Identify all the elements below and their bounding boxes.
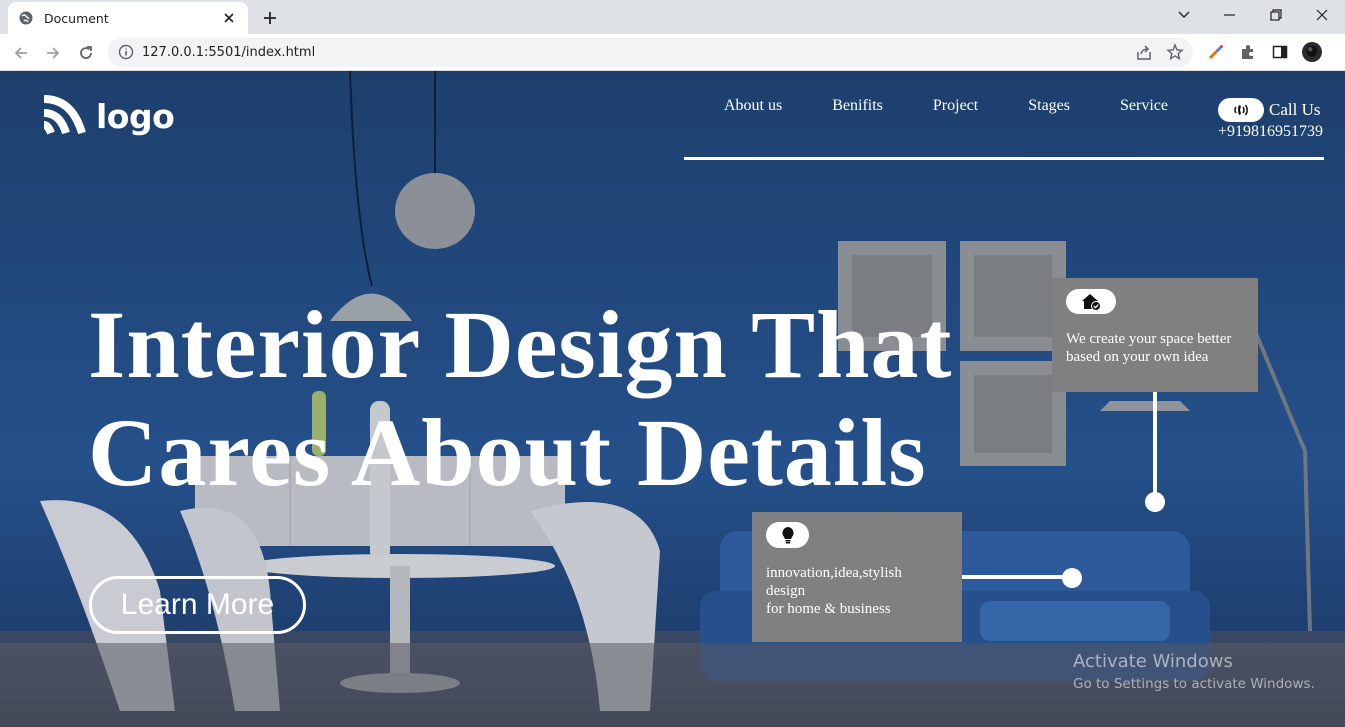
url-text: 127.0.0.1:5501/index.html — [142, 45, 316, 60]
home-check-icon — [1066, 289, 1116, 314]
restore-icon[interactable] — [1253, 0, 1299, 30]
feature-card-idea: innovation,idea,stylish design for home … — [752, 512, 962, 642]
address-bar[interactable]: 127.0.0.1:5501/index.html — [108, 38, 1193, 67]
feature-card-space-text: We create your space better based on you… — [1066, 330, 1256, 366]
card-space-line-2: based on your own idea — [1066, 349, 1209, 365]
nav-stages[interactable]: Stages — [1028, 97, 1070, 115]
site-info-icon[interactable] — [118, 44, 134, 60]
nav-project[interactable]: Project — [933, 97, 978, 115]
close-window-icon[interactable] — [1299, 0, 1345, 30]
card-idea-connector — [962, 575, 1066, 579]
feature-card-space: We create your space better based on you… — [1052, 278, 1258, 392]
rss-logo-icon — [43, 95, 86, 135]
nav-benifits[interactable]: Benifits — [832, 97, 883, 115]
nav-about-us[interactable]: About us — [724, 97, 782, 115]
share-icon[interactable] — [1135, 44, 1153, 62]
card-idea-line-3: for home & business — [766, 601, 891, 617]
color-picker-extension-icon[interactable] — [1206, 42, 1226, 62]
profile-avatar[interactable] — [1302, 42, 1322, 62]
hero-line-1: Interior Design That — [88, 291, 953, 398]
nav-divider — [684, 157, 1324, 160]
forward-icon[interactable] — [40, 40, 66, 66]
call-us-label: Call Us — [1269, 100, 1321, 119]
hero-heading: Interior Design That Cares About Details — [88, 291, 953, 507]
tab-title: Document — [44, 10, 109, 26]
reload-icon[interactable] — [73, 40, 99, 66]
card-space-line-1: We create your space better — [1066, 331, 1232, 347]
phone-number: +919816951739 — [1218, 123, 1324, 140]
call-us-block[interactable]: Call Us +919816951739 — [1218, 98, 1323, 141]
tab-search-chevron-icon[interactable] — [1161, 0, 1207, 30]
side-panel-icon[interactable] — [1270, 42, 1290, 62]
new-tab-icon[interactable] — [258, 6, 282, 30]
card-space-connector — [1153, 392, 1157, 498]
learn-more-button[interactable]: Learn More — [89, 576, 306, 634]
card-idea-line-2: design — [766, 583, 806, 599]
feature-card-idea-text: innovation,idea,stylish design for home … — [766, 564, 956, 618]
close-tab-icon[interactable] — [220, 9, 238, 27]
browser-tab[interactable]: Document — [8, 2, 248, 34]
globe-icon — [18, 10, 34, 26]
bookmark-star-icon[interactable] — [1166, 43, 1184, 61]
logo-text: logo — [96, 96, 175, 136]
card-idea-hotspot-dot[interactable] — [1062, 568, 1082, 588]
browser-toolbar: 127.0.0.1:5501/index.html — [0, 34, 1345, 71]
back-icon[interactable] — [8, 40, 34, 66]
activate-windows-subtitle: Go to Settings to activate Windows. — [1073, 676, 1315, 692]
tab-strip: Document — [0, 0, 1345, 34]
activate-windows-watermark: Activate Windows Go to Settings to activ… — [1073, 651, 1315, 692]
page-viewport: logo About us Benifits Project Stages Se… — [0, 71, 1345, 727]
site-logo[interactable]: logo — [42, 95, 175, 137]
card-space-hotspot-dot[interactable] — [1145, 492, 1165, 512]
minimize-icon[interactable] — [1207, 0, 1253, 30]
nav-service[interactable]: Service — [1120, 97, 1168, 115]
activate-windows-title: Activate Windows — [1073, 651, 1233, 672]
hero-line-2: Cares About Details — [88, 399, 927, 506]
extensions-puzzle-icon[interactable] — [1238, 42, 1258, 62]
phone-ringing-icon — [1218, 98, 1264, 122]
lightbulb-icon — [766, 522, 809, 548]
main-nav: About us Benifits Project Stages Service — [724, 97, 1168, 115]
card-idea-line-1: innovation,idea,stylish — [766, 565, 902, 581]
